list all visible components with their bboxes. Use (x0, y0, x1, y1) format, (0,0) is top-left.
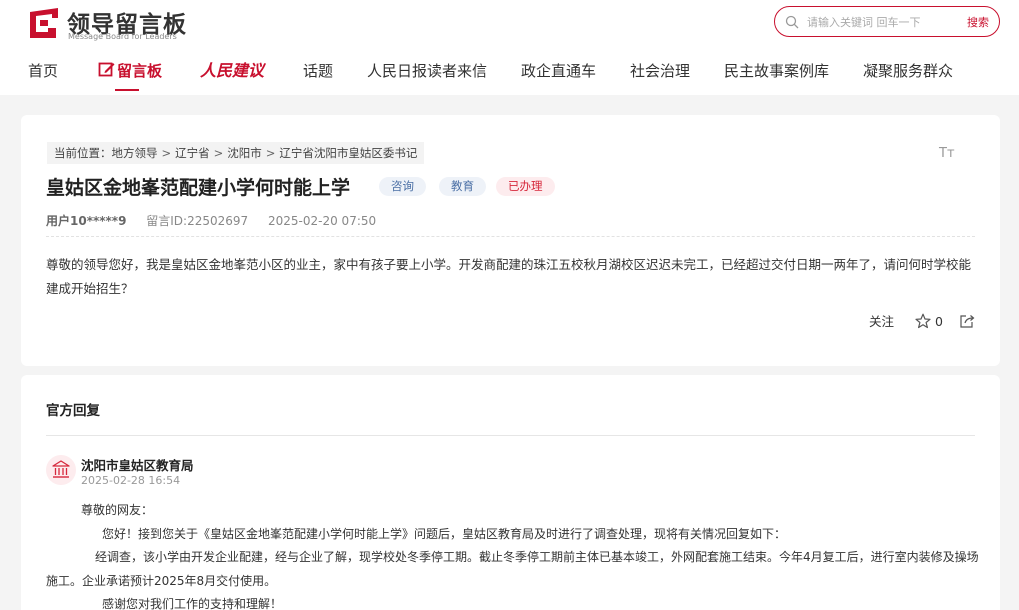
reply-org-name: 沈阳市皇姑区教育局 (81, 458, 194, 473)
star-icon (915, 313, 931, 329)
government-building-icon (52, 460, 70, 478)
search-icon (785, 15, 799, 29)
reply-paragraph: 您好！接到您关于《皇姑区金地峯范配建小学何时能上学》问题后，皇姑区教育局及时进行… (102, 526, 787, 541)
nav-item-message-board-label: 留言板 (117, 62, 163, 80)
reply-body: 尊敬的网友： 您好！接到您关于《皇姑区金地峯范配建小学何时能上学》问题后，皇姑区… (46, 499, 981, 610)
divider (46, 435, 975, 436)
like-count: 0 (934, 314, 943, 329)
nav-item-topics[interactable]: 话题 (303, 58, 333, 84)
avatar (46, 455, 76, 485)
logo-subtitle: Message Board for Leaders (68, 32, 177, 41)
site-logo[interactable]: 领导留言板 Message Board for Leaders (28, 6, 188, 42)
divider (46, 236, 975, 237)
share-button[interactable] (959, 312, 975, 332)
reply-paragraph: 经调查，该小学由开发企业配建，经与企业了解，现学校处冬季停工期。截止冬季停工期前… (46, 550, 979, 588)
nav-item-message-board[interactable]: 留言板 (98, 58, 162, 84)
reply-time: 2025-02-28 16:54 (81, 474, 181, 487)
message-id: 留言ID:22502697 (146, 214, 249, 228)
search-input[interactable] (807, 12, 957, 32)
nav-active-indicator (115, 89, 139, 91)
reply-heading: 官方回复 (46, 403, 100, 419)
message-meta: 用户10*****9 留言ID:22502697 2025-02-20 07:5… (46, 212, 392, 229)
breadcrumb-item-liaoning[interactable]: 辽宁省 (175, 146, 210, 160)
share-icon (960, 315, 975, 328)
nav-item-democracy-cases[interactable]: 民主故事案例库 (724, 58, 829, 84)
site-header: 领导留言板 Message Board for Leaders 搜索 首页 留言… (0, 0, 1019, 95)
message-title: 皇姑区金地峯范配建小学何时能上学 (46, 177, 351, 199)
status-badge: 已办理 (496, 177, 555, 196)
breadcrumb: 当前位置：地方领导 > 辽宁省 > 沈阳市 > 辽宁省沈阳市皇姑区委书记 (47, 142, 425, 164)
search-button[interactable]: 搜索 (967, 14, 989, 30)
nav-item-social-governance[interactable]: 社会治理 (630, 58, 690, 84)
nav-item-gov-enterprise[interactable]: 政企直通车 (521, 58, 596, 84)
breadcrumb-item-secretary[interactable]: 辽宁省沈阳市皇姑区委书记 (279, 146, 417, 160)
breadcrumb-item-local-leaders[interactable]: 地方领导 (112, 146, 158, 160)
font-size-toggle[interactable]: Tт (939, 146, 955, 161)
search-box: 搜索 (774, 6, 1000, 37)
tag-consult: 咨询 (379, 177, 426, 196)
reply-greeting: 尊敬的网友： (81, 503, 154, 517)
reply-card: 官方回复 沈阳市皇姑区教育局 2025-02-28 16:54 尊敬的网友： 您… (21, 375, 1000, 610)
like-button[interactable]: 0 (915, 312, 943, 332)
logo-mark-icon (30, 8, 58, 38)
message-user: 用户10*****9 (46, 214, 127, 228)
breadcrumb-separator: > (265, 146, 276, 160)
breadcrumb-item-shenyang[interactable]: 沈阳市 (227, 146, 262, 160)
nav-item-reader-letters[interactable]: 人民日报读者来信 (367, 58, 487, 84)
reply-paragraph: 感谢您对我们工作的支持和理解！ (102, 597, 283, 610)
tag-education: 教育 (439, 177, 486, 196)
message-datetime: 2025-02-20 07:50 (268, 214, 377, 228)
nav-item-people-suggestion[interactable]: 人民建议 (200, 58, 264, 84)
breadcrumb-separator: > (213, 146, 224, 160)
message-content: 尊敬的领导您好，我是皇姑区金地峯范小区的业主，家中有孩子要上小学。开发商配建的珠… (46, 257, 972, 296)
nav-item-serve-people[interactable]: 凝聚服务群众 (863, 58, 953, 84)
edit-icon (98, 62, 115, 77)
follow-button[interactable]: 关注 (869, 312, 894, 332)
nav-item-home[interactable]: 首页 (28, 58, 58, 84)
message-card: 当前位置：地方领导 > 辽宁省 > 沈阳市 > 辽宁省沈阳市皇姑区委书记 Tт 皇姑区金地峯… (21, 115, 1000, 366)
breadcrumb-separator: > (161, 146, 172, 160)
breadcrumb-prefix: 当前位置： (54, 146, 112, 160)
main-nav: 首页 留言板 人民建议 话题 人民日报读者来信 政企直通车 社会治理 民主故事案… (0, 58, 1019, 91)
